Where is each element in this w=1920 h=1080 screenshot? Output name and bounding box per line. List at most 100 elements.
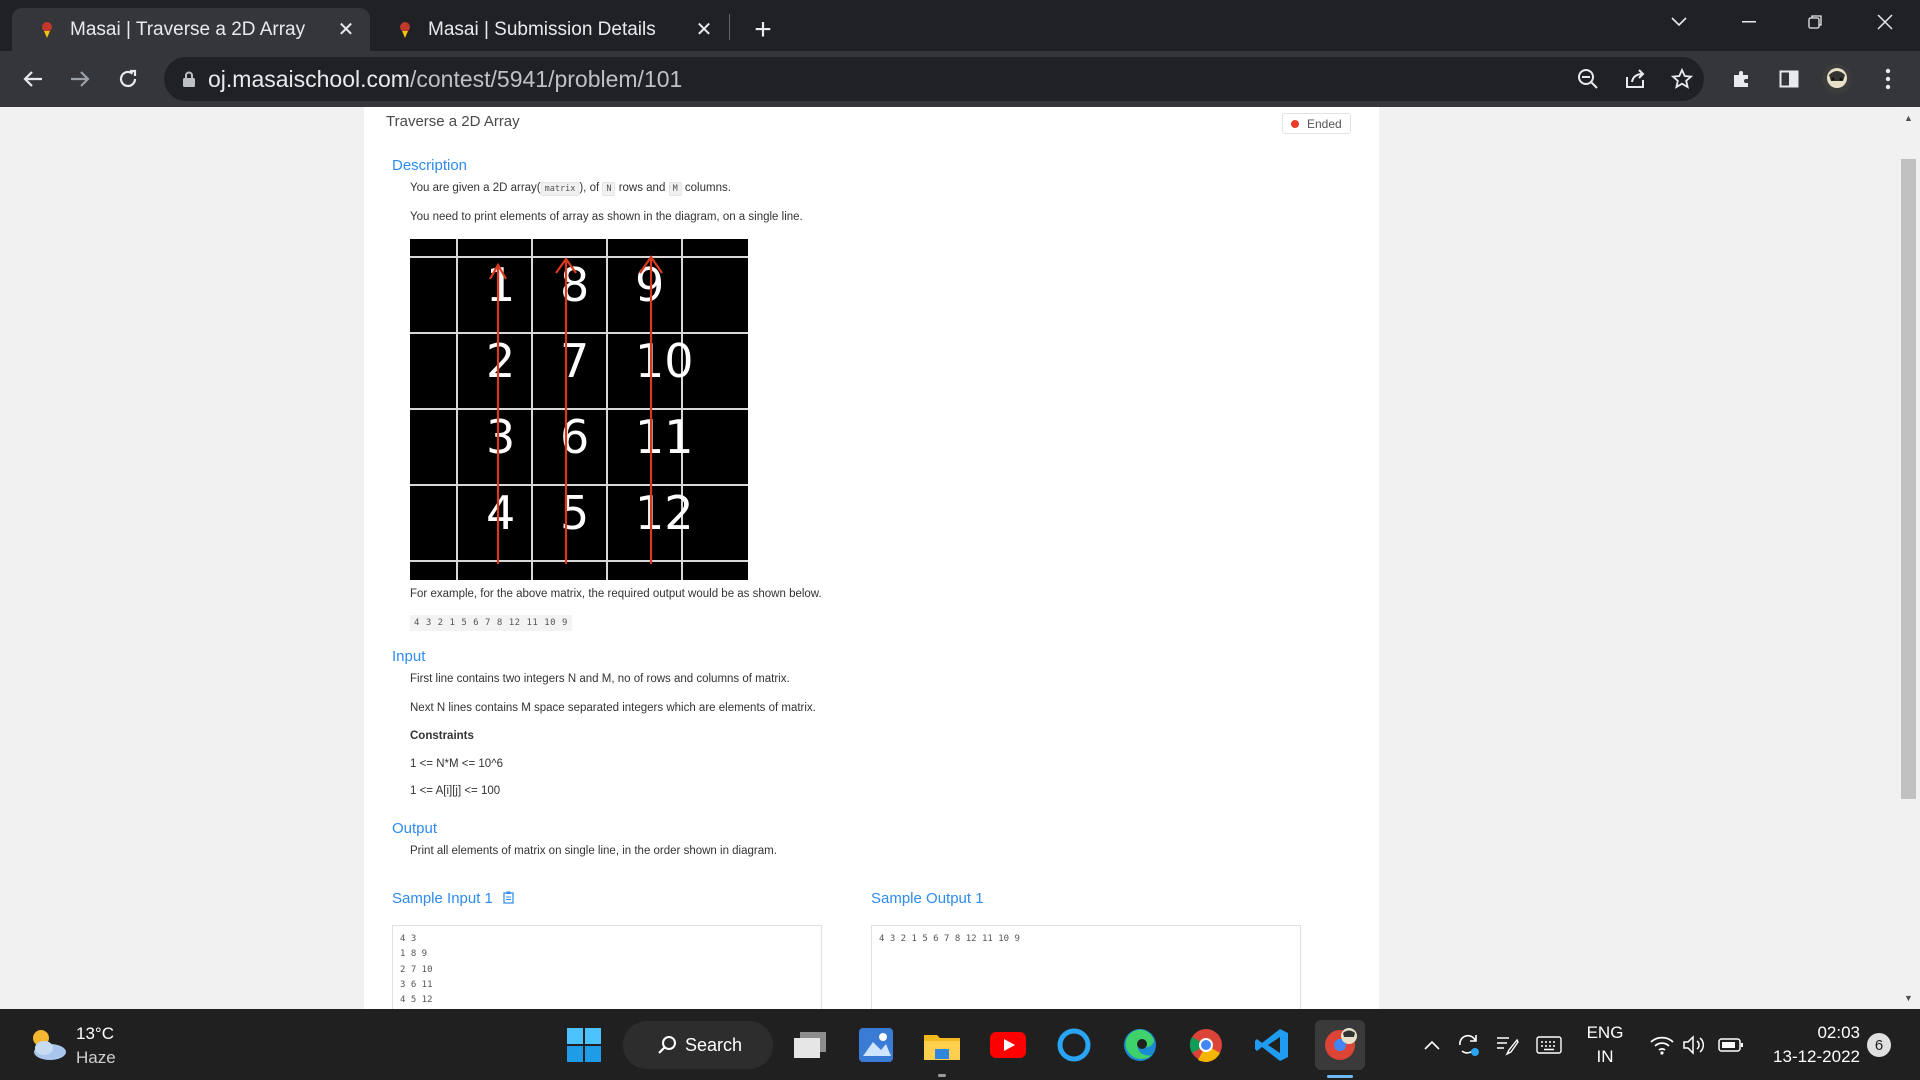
close-icon[interactable]: ✕ bbox=[332, 16, 360, 44]
diagram-cell-value: 2 bbox=[486, 334, 515, 388]
diagram-cell-value: 11 bbox=[635, 410, 694, 464]
masai-favicon bbox=[38, 21, 56, 39]
status-badge: Ended bbox=[1282, 113, 1351, 134]
show-hidden-icons-chevron-up-icon[interactable] bbox=[1420, 1022, 1444, 1068]
touch-keyboard-icon[interactable] bbox=[1532, 1022, 1566, 1068]
code-m: M bbox=[668, 182, 682, 196]
weather-desc[interactable]: Haze bbox=[76, 1046, 116, 1070]
scroll-up-arrow-icon[interactable]: ▲ bbox=[1897, 108, 1920, 128]
chrome-icon[interactable] bbox=[1183, 1022, 1229, 1068]
diagram-cell-value: 8 bbox=[560, 258, 589, 312]
browser-toolbar: oj.masaischool.com/contest/5941/problem/… bbox=[0, 51, 1920, 107]
input-line-2: Next N lines contains M space separated … bbox=[410, 702, 816, 714]
status-dot bbox=[1291, 119, 1299, 128]
share-icon[interactable] bbox=[1617, 61, 1653, 97]
new-tab-plus-icon[interactable]: + bbox=[745, 12, 781, 48]
scroll-down-arrow-icon[interactable]: ▼ bbox=[1897, 988, 1920, 1008]
clock-date[interactable]: 13-12-2022 bbox=[1760, 1045, 1860, 1069]
file-explorer-icon[interactable] bbox=[919, 1022, 965, 1068]
diagram-cell-value: 3 bbox=[486, 410, 515, 464]
tab-traverse-2d-array[interactable]: Masai | Traverse a 2D Array ✕ bbox=[12, 8, 370, 51]
input-line-1: First line contains two integers N and M… bbox=[410, 673, 790, 685]
sample-output-box[interactable]: 4 3 2 1 5 6 7 8 12 11 10 9 bbox=[871, 925, 1301, 1009]
constraint-1: 1 <= N*M <= 10^6 bbox=[410, 758, 503, 770]
edge-browser-icon[interactable] bbox=[1117, 1022, 1163, 1068]
photos-app-icon[interactable] bbox=[853, 1022, 899, 1068]
browser-chrome: Masai | Traverse a 2D Array ✕ Masai | Su… bbox=[0, 0, 1920, 107]
cortana-ring-icon[interactable] bbox=[1051, 1022, 1097, 1068]
sample-output-heading: Sample Output 1 bbox=[871, 890, 984, 907]
battery-icon[interactable] bbox=[1716, 1022, 1746, 1068]
restore-icon[interactable] bbox=[1780, 0, 1850, 44]
extensions-puzzle-icon[interactable] bbox=[1724, 61, 1760, 97]
tab-title: Masai | Submission Details bbox=[428, 18, 656, 40]
weather-temp[interactable]: 13°C bbox=[76, 1022, 114, 1046]
example-text: For example, for the above matrix, the r… bbox=[410, 588, 822, 600]
description-line-2: You need to print elements of array as s… bbox=[410, 211, 803, 223]
language-bottom[interactable]: IN bbox=[1580, 1045, 1630, 1069]
diagram-cell-value: 12 bbox=[635, 486, 694, 540]
bookmark-star-icon[interactable] bbox=[1664, 61, 1700, 97]
constraint-2: 1 <= A[i][j] <= 100 bbox=[410, 785, 501, 797]
start-windows-icon[interactable] bbox=[561, 1022, 607, 1068]
search-label: Search bbox=[685, 1034, 743, 1055]
tab-separator bbox=[729, 14, 730, 40]
address-bar[interactable]: oj.masaischool.com/contest/5941/problem/… bbox=[164, 57, 1704, 101]
forward-arrow-icon[interactable] bbox=[61, 60, 99, 98]
masai-favicon bbox=[396, 21, 414, 39]
profile-avatar[interactable] bbox=[1819, 61, 1855, 97]
clock-time[interactable]: 02:03 bbox=[1760, 1021, 1860, 1045]
search-icon bbox=[657, 1035, 677, 1055]
diagram-cell-value: 5 bbox=[560, 486, 589, 540]
tab-submission-details[interactable]: Masai | Submission Details ✕ bbox=[370, 8, 728, 51]
problem-card: Traverse a 2D Array Ended Description Yo… bbox=[364, 107, 1379, 1009]
windows-taskbar: 13°C Haze Search ENG IN 02:03 13-12-2022… bbox=[0, 1009, 1920, 1080]
weather-cloud-icon[interactable] bbox=[24, 1022, 72, 1068]
sample-input-heading: Sample Input 1 bbox=[392, 890, 514, 908]
input-heading: Input bbox=[392, 648, 426, 665]
traversal-diagram-image: 1 8 9 2 7 10 3 6 11 4 5 12 bbox=[410, 239, 748, 580]
more-menu-icon[interactable] bbox=[1870, 61, 1906, 97]
code-matrix: matrix bbox=[540, 182, 580, 196]
taskbar-search[interactable]: Search bbox=[623, 1021, 773, 1069]
back-arrow-icon[interactable] bbox=[14, 60, 52, 98]
wifi-icon[interactable] bbox=[1648, 1022, 1676, 1068]
sync-icon[interactable] bbox=[1452, 1022, 1486, 1068]
youtube-icon[interactable] bbox=[985, 1022, 1031, 1068]
description-line-1: You are given a 2D array(matrix), of N r… bbox=[410, 182, 731, 196]
desc-text: columns. bbox=[684, 182, 731, 194]
minimize-icon[interactable] bbox=[1714, 0, 1784, 44]
page-scrollbar[interactable]: ▲ ▼ bbox=[1897, 107, 1920, 1009]
tab-title: Masai | Traverse a 2D Array bbox=[70, 18, 306, 40]
status-text: Ended bbox=[1307, 116, 1342, 131]
diagram-cell-value: 9 bbox=[635, 258, 664, 312]
pen-workspace-icon[interactable] bbox=[1490, 1022, 1524, 1068]
sample-output-text: 4 3 2 1 5 6 7 8 12 11 10 9 bbox=[879, 934, 1020, 944]
task-view-icon[interactable] bbox=[787, 1022, 833, 1068]
desc-text: ), of bbox=[579, 182, 600, 194]
side-panel-icon[interactable] bbox=[1771, 61, 1807, 97]
notification-badge[interactable]: 6 bbox=[1867, 1033, 1891, 1057]
volume-icon[interactable] bbox=[1680, 1022, 1708, 1068]
desc-text: You are given a 2D array( bbox=[410, 182, 541, 194]
reload-icon[interactable] bbox=[109, 60, 147, 98]
tab-strip: Masai | Traverse a 2D Array ✕ Masai | Su… bbox=[0, 0, 1920, 51]
lock-icon[interactable] bbox=[182, 71, 196, 87]
close-icon[interactable]: ✕ bbox=[690, 16, 718, 44]
url-host: oj.masaischool.com bbox=[208, 65, 410, 92]
vscode-icon[interactable] bbox=[1249, 1022, 1295, 1068]
diagram-cell-value: 1 bbox=[486, 258, 515, 312]
scrollbar-thumb[interactable] bbox=[1901, 159, 1916, 799]
window-close-icon[interactable] bbox=[1850, 0, 1920, 44]
diagram-cell-value: 10 bbox=[635, 334, 694, 388]
language-top[interactable]: ENG bbox=[1580, 1021, 1630, 1045]
sample-input-box[interactable]: 4 3 1 8 9 2 7 10 3 6 11 4 5 12 bbox=[392, 925, 822, 1009]
url-text[interactable]: oj.masaischool.com/contest/5941/problem/… bbox=[208, 66, 682, 93]
url-path: /contest/5941/problem/101 bbox=[409, 65, 683, 92]
tab-search-chevron-down-icon[interactable] bbox=[1644, 0, 1714, 44]
output-heading: Output bbox=[392, 820, 438, 837]
zoom-out-icon[interactable] bbox=[1570, 61, 1606, 97]
chrome-profile-active-icon[interactable] bbox=[1315, 1020, 1365, 1070]
copy-clipboard-icon[interactable] bbox=[503, 891, 514, 908]
active-indicator bbox=[1327, 1075, 1353, 1078]
